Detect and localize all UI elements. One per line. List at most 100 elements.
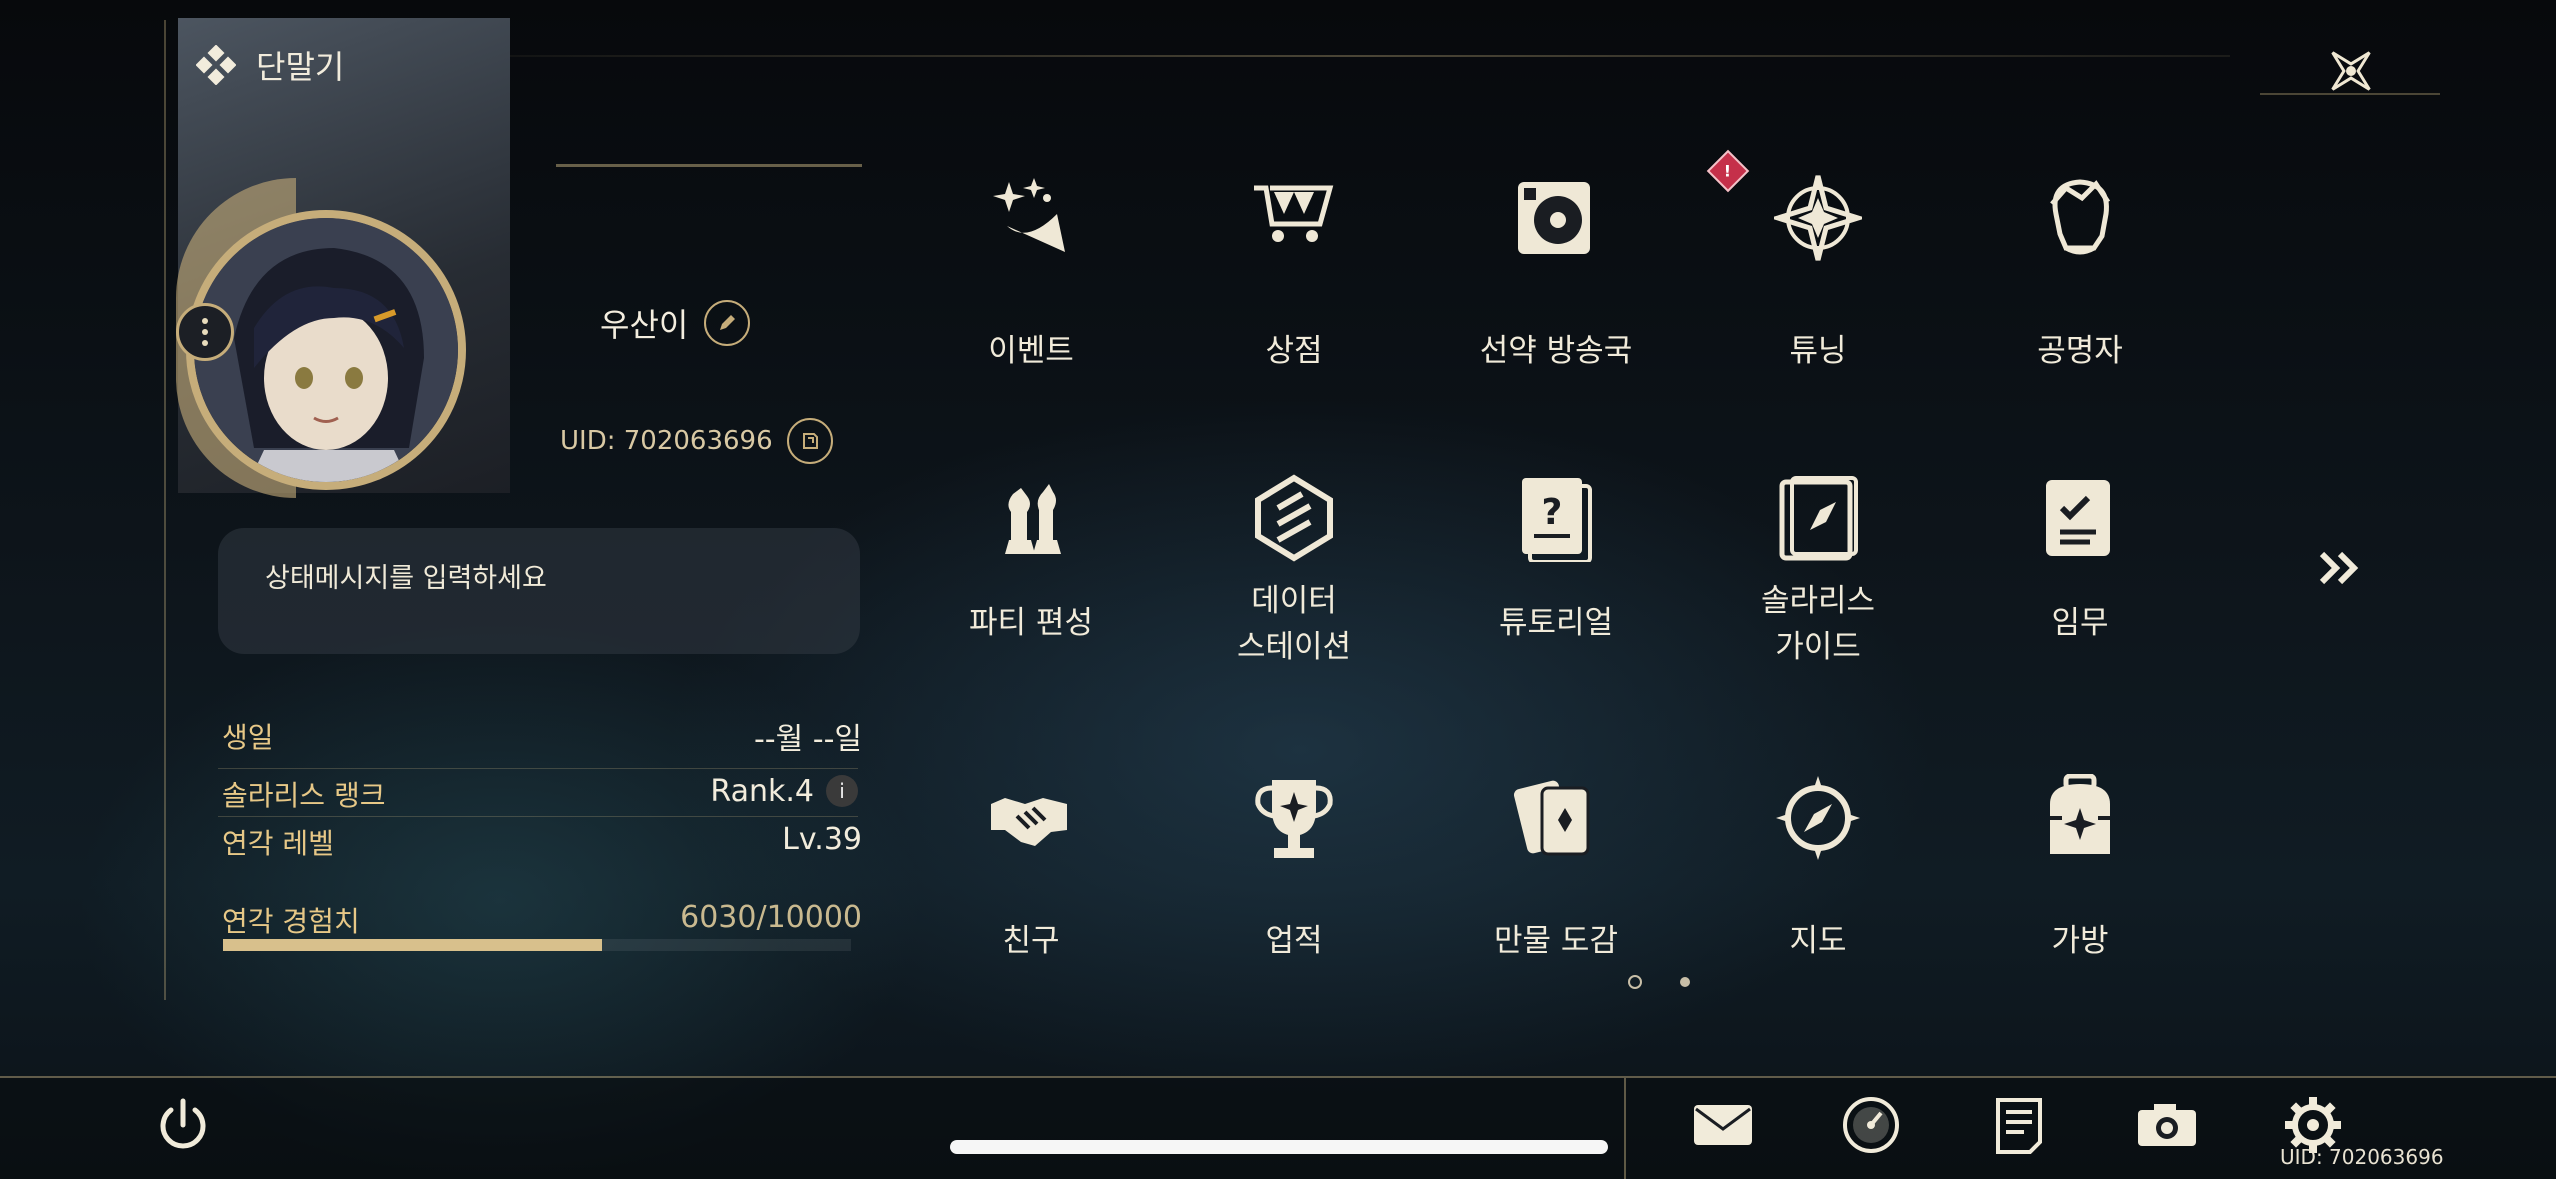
uid-text: UID: 702063696 [560,426,773,456]
exp-value: 6030/10000 [680,900,862,935]
page-dot[interactable] [1680,977,1690,987]
cards-icon [1508,770,1604,866]
compass-icon [1770,770,1866,866]
party-chess-icon [983,470,1079,566]
footer-uid: UID: 702063696 [2280,1145,2444,1169]
bottom-bar-separator [1624,1078,1626,1179]
profile-divider [556,164,862,167]
avatar-menu-button[interactable] [176,303,234,361]
menu-item-label: 솔라리스 가이드 [1760,583,1876,665]
camera-button[interactable] [2132,1090,2202,1160]
menu-item-label: 파티 편성 [969,605,1093,641]
double-chevron-right-icon [2319,551,2359,585]
home-indicator[interactable] [950,1140,1608,1154]
next-page-button[interactable] [2310,542,2370,594]
header-divider [490,55,2230,57]
menu-item-label: 데이터 스테이션 [1236,583,1352,665]
stat-divider [218,816,858,817]
menu-item-12[interactable]: 업적 [1174,770,1414,964]
menu-item-3[interactable]: 선약 방송국 [1436,170,1676,374]
menu-item-label: 임무 [2051,605,2109,641]
quest-checklist-icon [2032,470,2128,566]
menu-item-14[interactable]: 지도 [1698,770,1938,964]
resonator-head-icon [2032,170,2128,266]
menu-item-11[interactable]: 친구 [911,770,1151,964]
menu-item-label: 공명자 [2037,333,2123,369]
menu-item-1[interactable]: 이벤트 [911,170,1151,374]
menu-item-label: 만물 도감 [1494,923,1618,959]
menu-item-7[interactable]: 데이터 스테이션 [1174,470,1414,670]
exp-label: 연각 경험치 [222,905,360,938]
menu-item-5[interactable]: 공명자 [1960,170,2200,374]
panel-title: 단말기 [196,42,344,88]
avatar-portrait-illustration [194,218,458,482]
trophy-icon [1246,770,1342,866]
menu-item-label: 선약 방송국 [1479,333,1633,369]
backpack-icon [2032,770,2128,866]
level-value: Lv.39 [782,822,862,857]
birthday-value: --월 --일 [753,722,862,757]
menu-item-label: 가방 [2051,923,2109,959]
edit-name-button[interactable] [704,300,751,346]
menu-item-6[interactable]: 파티 편성 [911,470,1151,646]
menu-item-label: 친구 [1002,923,1060,959]
svg-text:?: ? [1542,492,1563,533]
exp-bar-fill [223,939,602,951]
clock-icon [1843,1097,1899,1153]
menu-item-label: 이벤트 [988,333,1074,369]
data-station-icon [1246,470,1342,566]
left-rail-line [164,20,166,1000]
page-title: 단말기 [256,48,345,86]
menu-item-13[interactable]: 만물 도감 [1436,770,1676,964]
uid-row: UID: 702063696 [560,418,833,464]
handshake-icon [983,770,1079,866]
menu-item-label: 튜닝 [1789,333,1847,369]
menu-item-9[interactable]: 솔라리스 가이드 [1698,470,1938,670]
close-star-icon [2331,51,2371,91]
status-message-placeholder: 상태메시지를 입력하세요 [265,563,547,594]
birthday-label: 생일 [222,721,274,754]
menu-item-8[interactable]: ? 튜토리얼 [1436,470,1676,646]
level-label: 연각 레벨 [222,827,334,860]
power-button[interactable] [150,1092,216,1158]
guide-compass-book-icon [1770,470,1866,566]
menu-item-15[interactable]: 가방 [1960,770,2200,964]
event-stars-icon [983,170,1079,266]
stat-divider [218,768,858,769]
username-row: 우산이 [600,300,751,346]
pencil-icon [720,315,736,330]
badge-exclamation: ! [1724,161,1732,181]
rank-info-button[interactable]: i [826,775,858,807]
username: 우산이 [600,306,689,344]
rank-value: Rank.4 [710,774,814,809]
copy-uid-button[interactable] [786,418,833,464]
power-icon [160,1098,206,1149]
notes-button[interactable] [1984,1090,2054,1160]
page-indicator [1628,975,1690,989]
shop-cart-icon [1246,170,1342,266]
rank-label: 솔라리스 랭크 [222,779,386,812]
page-dot-active[interactable] [1628,975,1642,989]
close-button[interactable] [2316,36,2386,106]
menu-item-label: 업적 [1265,923,1323,959]
clock-button[interactable] [1836,1090,1906,1160]
mail-button[interactable] [1688,1090,1758,1160]
mail-icon [1694,1105,1752,1145]
copy-icon [802,433,818,449]
bottom-bar-divider [0,1076,2556,1078]
terminal-diamond-icon [196,45,236,85]
tutorial-book-icon: ? [1508,470,1604,566]
menu-item-label: 지도 [1789,923,1847,959]
more-vertical-icon [202,318,208,346]
menu-item-10[interactable]: 임무 [1960,470,2200,646]
menu-item-4[interactable]: 튜닝 [1698,170,1938,374]
menu-item-2[interactable]: 상점 [1174,170,1414,374]
avatar[interactable] [186,210,466,490]
menu-item-label: 상점 [1265,333,1323,369]
tuning-star-icon [1770,170,1866,266]
notes-icon [1996,1098,2042,1154]
menu-item-label: 튜토리얼 [1498,605,1614,641]
radio-station-icon [1508,170,1604,266]
camera-icon [2138,1104,2196,1146]
info-icon: i [839,779,845,803]
